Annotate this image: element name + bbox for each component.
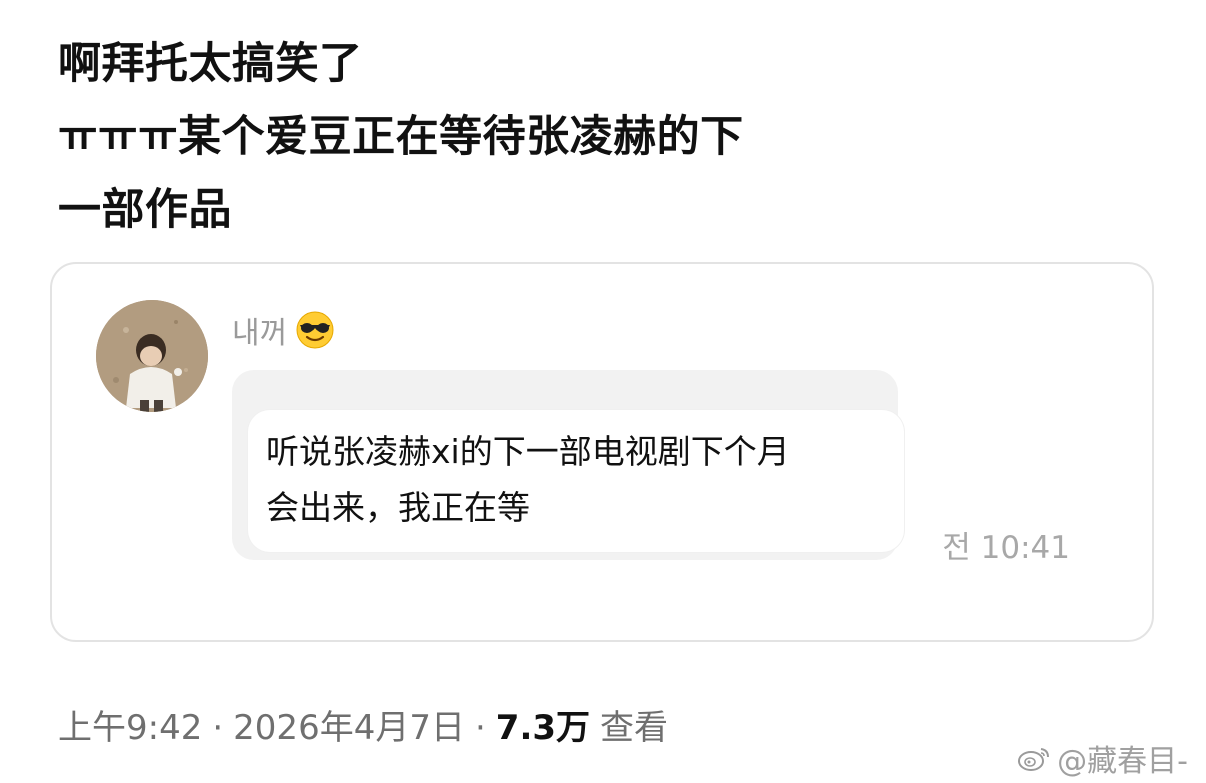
watermark: @藏春目-: [1017, 736, 1188, 780]
message-timestamp: 전 10:41: [942, 530, 1070, 566]
views-label[interactable]: 查看: [600, 700, 668, 749]
meta-separator: ·: [212, 708, 224, 748]
avatar[interactable]: [96, 300, 208, 412]
post-meta: 上午9:42 · 2026年4月7日 · 7.3万 查看: [58, 700, 668, 749]
message-line: 听说张凌赫xi的下一部电视剧下个月: [266, 432, 790, 471]
weibo-icon: [1017, 743, 1051, 773]
post-time: 上午9:42: [58, 708, 203, 748]
post-line: 一部作品: [58, 185, 232, 235]
watermark-text: @藏春目-: [1057, 744, 1188, 779]
sender: 내꺼: [232, 308, 335, 352]
post-line: 啊拜托太搞笑了: [58, 39, 363, 89]
quoted-message-card[interactable]: 내꺼 听说张凌赫xi的下一部电视剧下个月 会出来，我正在等 전 10:41: [50, 262, 1154, 642]
post-line: ㅠㅠㅠ某个爱豆正在等待张凌赫的下: [58, 112, 744, 162]
post-text: 啊拜托太搞笑了 ㅠㅠㅠ某个爱豆正在等待张凌赫的下 一部作品: [58, 28, 1158, 247]
avatar-photo: [96, 300, 208, 412]
meta-separator: ·: [474, 708, 486, 748]
message-line: 会出来，我正在等: [266, 488, 530, 527]
message-text: 听说张凌赫xi的下一部电视剧下个月 会出来，我正在等: [266, 424, 906, 536]
view-count: 7.3万: [495, 708, 591, 748]
sunglasses-emoji-icon: [295, 310, 335, 350]
post-date: 2026年4月7日: [233, 708, 465, 748]
sender-name: 내꺼: [232, 316, 288, 351]
